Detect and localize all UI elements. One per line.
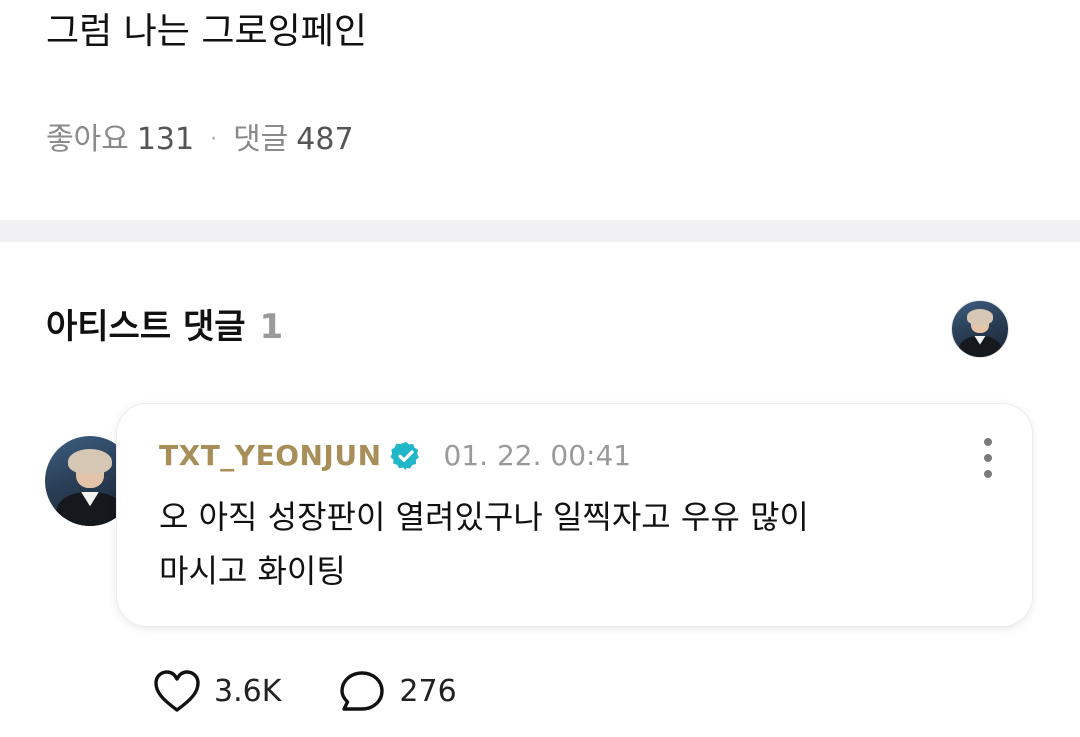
comments-count[interactable]: 487 bbox=[296, 118, 353, 162]
speech-bubble-icon bbox=[340, 671, 385, 711]
more-options-icon[interactable] bbox=[982, 438, 994, 478]
artist-comment-card[interactable]: TXT_YEONJUN 01. 22. 00:41 오 아직 성장판이 열려있구… bbox=[117, 404, 1032, 626]
comment-timestamp: 01. 22. 00:41 bbox=[443, 439, 632, 472]
artist-comments-title: 아티스트 댓글 bbox=[46, 307, 246, 347]
comment-line-2: 마시고 화이팅 bbox=[159, 552, 346, 590]
comment-actions: 3.6K 276 bbox=[152, 668, 457, 716]
comment-line-1: 오 아직 성장판이 열려있구나 일찍자고 우유 많이 bbox=[159, 498, 809, 536]
artist-avatar-small[interactable] bbox=[951, 300, 1009, 358]
like-count: 3.6K bbox=[214, 674, 282, 709]
comment-body: 오 아직 성장판이 열려있구나 일찍자고 우유 많이 마시고 화이팅 bbox=[159, 490, 959, 598]
likes-label[interactable]: 좋아요 bbox=[46, 118, 129, 162]
artist-comments-count: 1 bbox=[259, 307, 284, 347]
like-button[interactable]: 3.6K bbox=[152, 668, 281, 716]
comment-author-name[interactable]: TXT_YEONJUN bbox=[159, 436, 382, 476]
heart-icon bbox=[154, 670, 200, 712]
comment-header: TXT_YEONJUN 01. 22. 00:41 bbox=[159, 436, 631, 476]
post-stats: 좋아요 131 · 댓글 487 bbox=[46, 118, 354, 162]
stats-separator: · bbox=[210, 127, 218, 152]
likes-count[interactable]: 131 bbox=[137, 118, 194, 162]
reply-count: 276 bbox=[399, 674, 457, 709]
verified-badge-icon bbox=[390, 442, 419, 470]
artist-comments-heading: 아티스트 댓글 1 bbox=[46, 304, 283, 350]
comments-label[interactable]: 댓글 bbox=[233, 118, 288, 162]
section-divider bbox=[0, 220, 1080, 242]
page: 그럼 나는 그로잉페인 좋아요 131 · 댓글 487 아티스트 댓글 1 T… bbox=[0, 0, 1080, 737]
post-text: 그럼 나는 그로잉페인 bbox=[46, 11, 367, 52]
reply-button[interactable]: 276 bbox=[337, 668, 457, 716]
